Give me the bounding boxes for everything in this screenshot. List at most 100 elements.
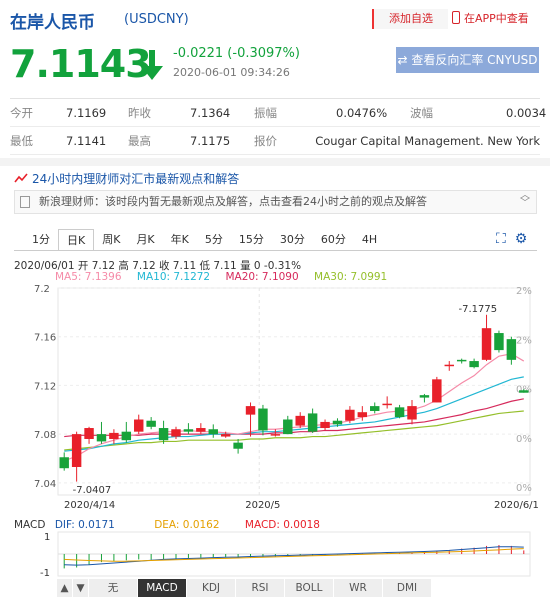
prev-close-value: 7.1364	[190, 106, 231, 120]
candle-body	[506, 339, 517, 360]
indicator-tab-3[interactable]: RSI	[236, 579, 285, 597]
candle-body	[220, 434, 231, 437]
indicator-tab-0[interactable]: 无	[89, 579, 138, 597]
candle-body	[109, 432, 119, 439]
right-tick-label: 2%	[516, 335, 532, 346]
candle-body	[456, 359, 467, 362]
page-title: 在岸人民币	[10, 13, 95, 33]
macd-y-tick: -1	[40, 568, 50, 579]
indicator-tab-5[interactable]: WR	[334, 579, 383, 597]
ma20-line	[64, 398, 524, 438]
period-tabs: 1分 日K 周K 月K 年K 5分 15分 30分 60分 4H	[24, 229, 385, 251]
view-in-app-link[interactable]: 在APP中查看	[452, 9, 529, 29]
candle-body	[196, 428, 206, 432]
fullscreen-icon[interactable]: ⛶	[496, 231, 506, 247]
tab-6[interactable]: 15分	[231, 229, 272, 251]
candle-body	[158, 428, 169, 441]
add-favorite-button[interactable]: 添加自选	[372, 9, 448, 29]
high-label: 最高	[128, 134, 151, 148]
down-arrow-icon	[141, 50, 163, 80]
high-value: 7.1175	[190, 134, 231, 148]
tab-7[interactable]: 30分	[272, 229, 313, 251]
candle-body	[283, 419, 293, 435]
candle-body	[394, 407, 405, 418]
indicator-tab-2[interactable]: KDJ	[187, 579, 236, 597]
chart-tools: ⛶ ⚙	[496, 231, 527, 247]
wave-value: 0.0034	[506, 106, 547, 120]
phone-icon	[452, 11, 460, 24]
amplitude-value: 0.0476%	[336, 106, 388, 120]
chevron-toggle-icon[interactable]: ︿ ﹀	[520, 191, 530, 209]
prev-arrow-button[interactable]: ▲	[57, 579, 73, 597]
low-label: 最低	[10, 134, 33, 148]
open-value: 7.1169	[66, 106, 107, 120]
candle-body	[382, 403, 392, 406]
x-axis-label: 2020/6/1	[494, 500, 539, 511]
low-annotation: -7.0407	[73, 485, 112, 496]
candle-body	[432, 379, 442, 403]
tab-1[interactable]: 日K	[58, 229, 95, 251]
candle-body	[370, 406, 380, 411]
tab-3[interactable]: 月K	[128, 229, 162, 251]
candle-body	[270, 434, 281, 436]
candle-body	[444, 364, 454, 367]
news-message[interactable]: 新浪理财师：该时段内暂无最新观点及解答，点击查看24小时之前的观点及解答	[14, 190, 537, 214]
candle-body	[183, 429, 194, 432]
next-arrow-button[interactable]: ▼	[73, 579, 89, 597]
stats-row: 最低 7.1141 最高 7.1175 报价 Cougar Capital Ma…	[10, 127, 540, 155]
indicator-tab-1[interactable]: MACD	[138, 579, 187, 597]
indicator-tab-6[interactable]: DMI	[383, 579, 432, 597]
right-tick-label: 0%	[516, 483, 532, 494]
y-tick-label: 7.04	[34, 479, 56, 490]
tab-5[interactable]: 5分	[197, 229, 231, 251]
current-price: 7.1143	[10, 42, 152, 86]
candle-body	[295, 415, 305, 426]
view-in-app-label: 在APP中查看	[464, 12, 529, 25]
candle-body	[481, 328, 492, 360]
amplitude-label: 振幅	[254, 106, 277, 120]
ma5-line	[63, 353, 525, 462]
reverse-rate-button[interactable]: ⇄ 查看反向汇率 CNYUSD	[396, 47, 539, 73]
candle-body	[171, 429, 181, 437]
candle-body	[332, 420, 343, 425]
indicator-tabs: ▲ ▼ 无 MACD KDJ RSI BOLL WR DMI	[57, 579, 432, 597]
wave-label: 波幅	[410, 106, 433, 120]
macd-title: MACD	[14, 519, 46, 531]
plot-frame	[57, 287, 531, 496]
candle-body	[469, 361, 479, 368]
quote-timestamp: 2020-06-01 09:34:26	[173, 66, 290, 79]
candle-body	[71, 434, 82, 467]
tab-2[interactable]: 周K	[94, 229, 128, 251]
candle-body	[121, 431, 132, 441]
y-tick-label: 7.2	[34, 284, 50, 295]
tab-4[interactable]: 年K	[163, 229, 197, 251]
indicator-tab-4[interactable]: BOLL	[285, 579, 334, 597]
candle-body	[407, 406, 417, 420]
macd-value: MACD: 0.0018	[244, 519, 320, 531]
candle-body	[84, 428, 94, 439]
macd-legend: MACD DIF: 0.0171 DEA: 0.0162 MACD: 0.001…	[14, 519, 320, 531]
tab-0[interactable]: 1分	[24, 229, 58, 251]
stats-row: 今开 7.1169 昨收 7.1364 振幅 0.0476% 波幅 0.0034	[10, 99, 547, 127]
right-tick-label: 2%	[516, 286, 532, 297]
candle-body	[146, 420, 156, 427]
kline-chart[interactable]: 7.27.167.127.087.042%2%0%0%0%-7.1775-7.0…	[0, 280, 550, 580]
x-axis-label: 2020/4/14	[64, 500, 115, 511]
quote-label: 报价	[254, 134, 277, 148]
dea-value: DEA: 0.0162	[154, 519, 220, 531]
settings-icon[interactable]: ⚙	[515, 231, 528, 247]
candle-body	[494, 333, 504, 351]
news-heading[interactable]: 24小时内理财师对汇市最新观点和解答	[32, 170, 239, 187]
candle-body	[134, 419, 144, 432]
right-tick-label: 0%	[516, 434, 532, 445]
tab-8[interactable]: 60分	[313, 229, 354, 251]
candle-body	[345, 409, 355, 421]
tab-9[interactable]: 4H	[354, 229, 385, 251]
low-value: 7.1141	[66, 134, 107, 148]
y-tick-label: 7.16	[34, 333, 56, 344]
macd-y-tick: 1	[44, 532, 50, 543]
user-icon	[20, 196, 30, 208]
candle-body	[519, 390, 529, 393]
y-tick-label: 7.08	[34, 430, 56, 441]
candle-body	[233, 442, 243, 449]
